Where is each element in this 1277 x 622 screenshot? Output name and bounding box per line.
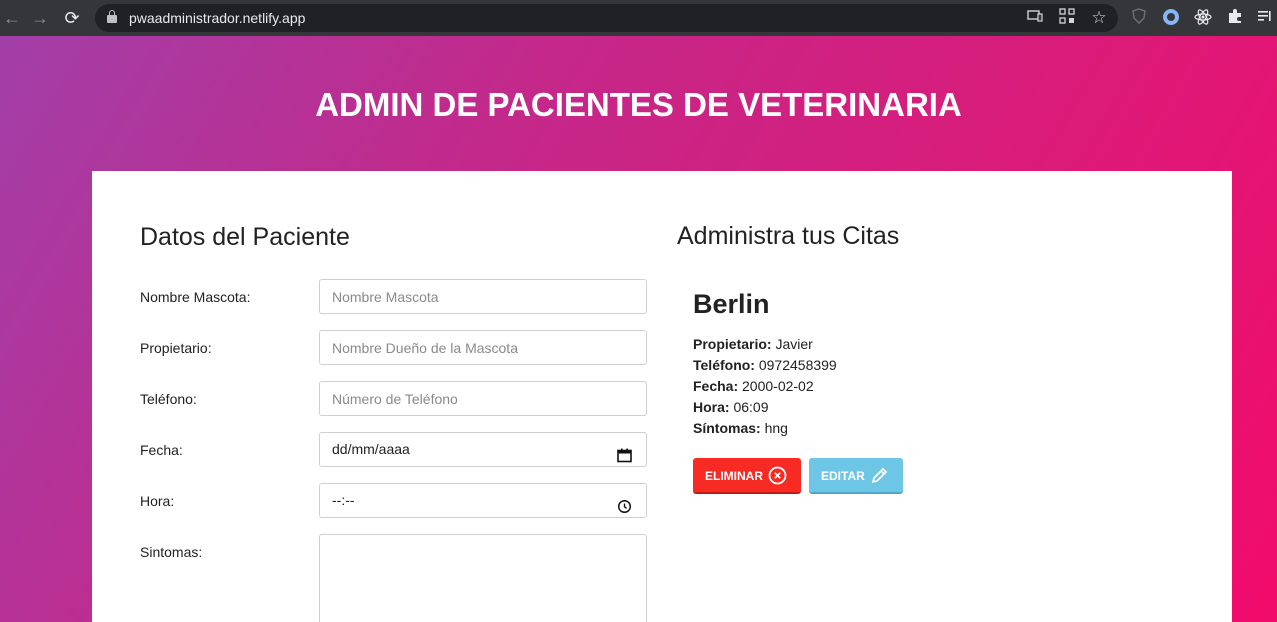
extension-shield-icon[interactable] <box>1129 8 1149 28</box>
owner-label: Propietario: <box>140 340 212 356</box>
edit-button-label: EDITAR <box>821 469 865 483</box>
symptoms-label: Sintomas: <box>140 544 203 560</box>
appointment-owner: Propietario: Javier <box>693 334 837 355</box>
url-text[interactable]: pwaadministrador.netlify.app <box>129 10 305 26</box>
calendar-icon[interactable] <box>617 442 632 463</box>
form-heading: Datos del Paciente <box>140 223 350 251</box>
star-icon[interactable]: ☆ <box>1089 8 1109 28</box>
owner-field-value: Javier <box>775 336 813 352</box>
owner-input[interactable] <box>319 330 647 365</box>
clock-icon[interactable] <box>617 493 632 514</box>
time-field-value: 06:09 <box>733 399 769 415</box>
appointment-time: Hora: 06:09 <box>693 397 837 418</box>
close-circle-icon <box>768 466 787 485</box>
appointment-pet-name: Berlin <box>693 289 770 319</box>
date-input-value: dd/mm/aaaa <box>332 441 410 457</box>
appointments-heading: Administra tus Citas <box>677 222 900 250</box>
delete-button-label: ELIMINAR <box>705 469 763 483</box>
back-button[interactable]: ← <box>0 6 24 30</box>
time-input[interactable]: --:-- <box>319 483 647 518</box>
browser-toolbar: ← → ⟳ pwaadministrador.netlify.app ☆ <box>0 0 1277 36</box>
appointment-phone: Teléfono: 0972458399 <box>693 355 837 376</box>
symptoms-field-label: Síntomas: <box>693 420 761 436</box>
symptoms-field-value: hng <box>764 420 788 436</box>
date-field-value: 2000-02-02 <box>742 378 814 394</box>
owner-field-label: Propietario: <box>693 336 772 352</box>
appointment-symptoms: Síntomas: hng <box>693 418 837 439</box>
phone-label: Teléfono: <box>140 391 197 407</box>
date-input[interactable]: dd/mm/aaaa <box>319 432 647 467</box>
main-card: Datos del Paciente Nombre Mascota: Propi… <box>92 171 1232 622</box>
extension-circle-icon[interactable] <box>1161 8 1181 28</box>
pet-name-label: Nombre Mascota: <box>140 289 251 305</box>
react-icon[interactable] <box>1193 8 1213 28</box>
puzzle-icon[interactable] <box>1225 8 1245 28</box>
pet-name-input[interactable] <box>319 279 647 314</box>
time-label: Hora: <box>140 493 175 509</box>
page-background: ADMIN DE PACIENTES DE VETERINARIA Datos … <box>0 36 1277 622</box>
address-bar[interactable]: pwaadministrador.netlify.app ☆ <box>95 4 1118 32</box>
qr-icon[interactable] <box>1057 8 1077 28</box>
forward-button[interactable]: → <box>28 6 52 30</box>
page-title: ADMIN DE PACIENTES DE VETERINARIA <box>315 86 962 123</box>
pencil-icon <box>871 467 888 484</box>
phone-field-label: Teléfono: <box>693 357 755 373</box>
appointment-card: Berlin Propietario: Javier Teléfono: 097… <box>693 289 837 439</box>
phone-field-value: 0972458399 <box>758 357 837 373</box>
lock-icon[interactable] <box>107 10 117 24</box>
appointment-date: Fecha: 2000-02-02 <box>693 376 837 397</box>
reading-list-icon[interactable] <box>1255 8 1275 28</box>
reload-button[interactable]: ⟳ <box>60 6 84 30</box>
symptoms-textarea[interactable] <box>319 534 647 622</box>
cast-icon[interactable] <box>1025 8 1045 28</box>
delete-button[interactable]: ELIMINAR <box>693 458 801 494</box>
time-input-value: --:-- <box>332 492 355 508</box>
date-field-label: Fecha: <box>693 378 739 394</box>
date-label: Fecha: <box>140 442 183 458</box>
phone-input[interactable] <box>319 381 647 416</box>
time-field-label: Hora: <box>693 399 730 415</box>
edit-button[interactable]: EDITAR <box>809 458 903 494</box>
